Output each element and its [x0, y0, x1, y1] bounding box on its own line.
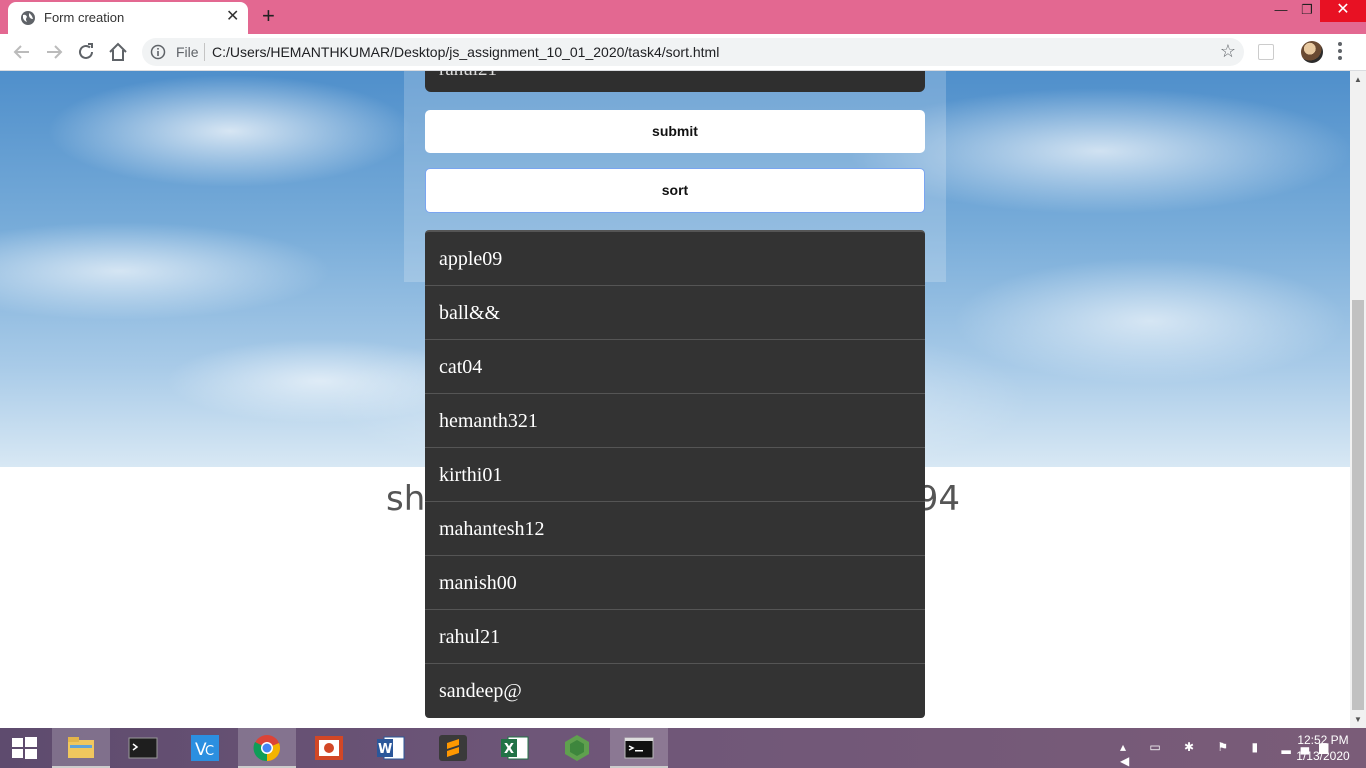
list-item: mahantesh12: [425, 502, 925, 556]
sorted-list: apple09 ball&& cat04 hemanth321 kirthi01 maha…: [425, 230, 925, 718]
taskbar-terminal[interactable]: [610, 728, 668, 768]
svg-text:X: X: [504, 742, 514, 757]
reload-icon[interactable]: [74, 40, 98, 64]
svg-text:W: W: [378, 742, 392, 757]
clock-time: 12:52 PM: [1297, 733, 1349, 747]
taskbar-excel[interactable]: X: [486, 728, 544, 768]
bookmark-star-icon[interactable]: ☆: [1220, 42, 1236, 60]
list-item: rahul21: [425, 610, 925, 664]
menu-kebab-icon[interactable]: [1338, 42, 1342, 62]
globe-icon: [21, 11, 35, 25]
list-item: sandeep@: [439, 680, 522, 702]
tab-title: Form creation: [44, 10, 125, 25]
info-icon[interactable]: [150, 44, 166, 60]
taskbar-vscode[interactable]: V C: [176, 728, 234, 768]
sort-button[interactable]: sort: [425, 168, 925, 213]
close-window-button[interactable]: ✕: [1320, 0, 1366, 22]
vscode-icon: V C: [191, 735, 219, 761]
list-item: kirthi01: [425, 448, 925, 502]
powerpoint-icon: [315, 736, 343, 760]
address-bar[interactable]: File C:/Users/HEMANTHKUMAR/Desktop/js_as…: [142, 38, 1244, 66]
nodejs-icon: [565, 735, 589, 761]
list-item: cat04: [425, 340, 925, 394]
text-input[interactable]: rahul21: [425, 71, 925, 92]
svg-text:C: C: [205, 744, 214, 759]
home-icon[interactable]: [106, 40, 130, 64]
clock-date: 1/13/2020: [1296, 749, 1350, 763]
taskbar-file-explorer[interactable]: [52, 728, 110, 768]
window-controls: — ❐ ✕: [1268, 0, 1366, 22]
submit-button[interactable]: submit: [425, 110, 925, 153]
forward-arrow-icon[interactable]: [42, 40, 66, 64]
list-item: apple09: [425, 232, 925, 286]
browser-toolbar: File C:/Users/HEMANTHKUMAR/Desktop/js_as…: [0, 34, 1366, 71]
page-viewport: sh 94 rahul21 submit sort apple09ball&&c…: [0, 71, 1350, 728]
taskbar-word[interactable]: W: [362, 728, 420, 768]
text-input-value: rahul21: [439, 71, 497, 81]
list-item: manish00: [425, 556, 925, 610]
address-separator: [204, 43, 205, 61]
terminal-icon: [624, 737, 654, 759]
windows-start-icon[interactable]: [10, 737, 38, 759]
footer-text-left: sh: [386, 479, 426, 519]
extension-icon[interactable]: [1258, 44, 1274, 60]
folder-icon: [68, 737, 94, 758]
restore-button[interactable]: ❐: [1294, 0, 1320, 22]
system-clock[interactable]: 12:52 PM 1/13/2020: [1290, 732, 1356, 764]
taskbar-chrome[interactable]: [238, 728, 296, 768]
back-arrow-icon[interactable]: [10, 40, 34, 64]
windows-taskbar: V C W X ▴ ▭ ✱ ⚑ ▮ ▂▄▆ ◀ 12:52 PM 1/13/20…: [0, 728, 1366, 768]
address-scheme-label: File: [176, 44, 199, 60]
list-item: hemanth321: [425, 394, 925, 448]
tab-close-icon[interactable]: ✕: [226, 8, 239, 26]
scroll-thumb[interactable]: [1352, 300, 1364, 710]
new-tab-button[interactable]: +: [262, 5, 275, 27]
chrome-icon: [253, 735, 280, 762]
scroll-up-arrow-icon[interactable]: ▲: [1354, 75, 1362, 84]
excel-icon: X: [501, 736, 529, 760]
taskbar-nodejs[interactable]: [548, 728, 606, 768]
list-item: ball&&: [425, 286, 925, 340]
taskbar-sublime-text[interactable]: [424, 728, 482, 768]
command-prompt-icon: [128, 737, 158, 759]
taskbar-command-prompt[interactable]: [114, 728, 172, 768]
url-text[interactable]: C:/Users/HEMANTHKUMAR/Desktop/js_assignm…: [212, 44, 719, 60]
profile-avatar[interactable]: [1301, 41, 1323, 63]
taskbar-powerpoint[interactable]: [300, 728, 358, 768]
word-icon: W: [377, 736, 405, 760]
scroll-down-arrow-icon[interactable]: ▼: [1354, 715, 1362, 724]
sublime-text-icon: [439, 735, 467, 761]
browser-titlebar: Form creation ✕ + — ❐ ✕: [0, 0, 1366, 34]
minimize-button[interactable]: —: [1268, 0, 1294, 22]
page-scrollbar[interactable]: ▲ ▼: [1350, 71, 1366, 728]
browser-tab[interactable]: Form creation ✕: [8, 2, 248, 34]
